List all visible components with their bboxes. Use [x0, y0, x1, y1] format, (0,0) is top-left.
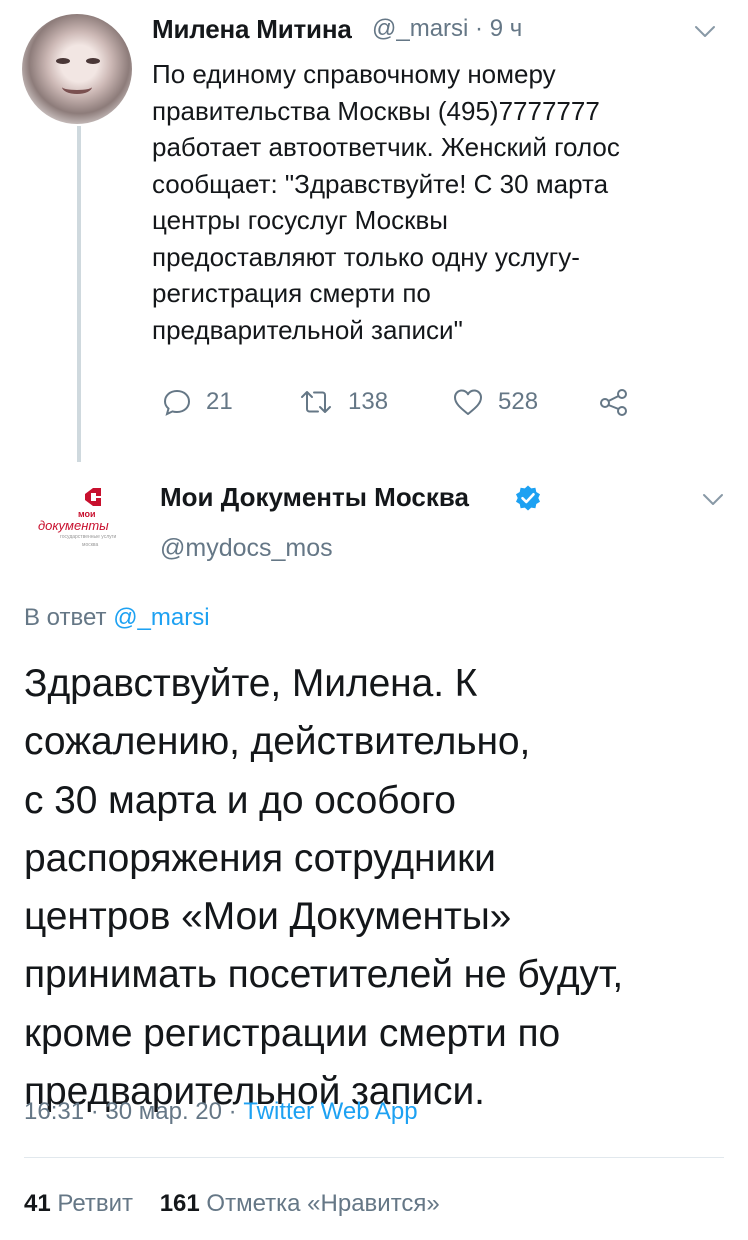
reply-handle-link[interactable]: @_marsi [113, 604, 209, 631]
mydocs-logo-mark [85, 488, 101, 506]
avatar-eye [56, 58, 70, 64]
verified-badge-icon [514, 484, 542, 512]
tweet-text-line: Здравствуйте, Милена. К [24, 662, 478, 705]
author-handle[interactable]: @_marsi [372, 15, 468, 42]
meta-separator: · [475, 15, 484, 42]
share-icon [600, 389, 627, 416]
thread-connector-line [77, 126, 81, 462]
retweet-icon [301, 391, 331, 413]
logo-text-bottom: документы [38, 518, 109, 533]
share-button[interactable] [598, 382, 644, 422]
source-link[interactable]: Twitter Web App [243, 1098, 417, 1125]
logo-caption: москва [82, 542, 99, 548]
tweet-text-line: предварительной записи" [152, 314, 463, 345]
tweet-text-line: По единому справочному номеру [152, 59, 556, 89]
engagement-stats: 41 Ретвит 161 Отметка «Нравится» [24, 1190, 440, 1218]
tweet-meta: @_marsi · 9 ч [372, 15, 522, 43]
like-button[interactable]: 528 [452, 382, 538, 422]
tweet-time[interactable]: 9 ч [490, 15, 523, 42]
divider [24, 1157, 724, 1158]
tweet-text: По единому справочному номеру правительс… [152, 56, 732, 348]
reply-icon [163, 389, 191, 416]
chevron-down-icon[interactable] [692, 18, 718, 44]
tweet-text-line: правительства Москвы (495)7777777 [152, 95, 600, 126]
author-name[interactable]: Мои Документы Москва [160, 482, 469, 513]
retweet-count: 138 [348, 388, 389, 415]
tweet-text-line: работает автоответчик. Женский голос [152, 132, 620, 162]
tweet-text-line: центров «Мои Документы» [24, 895, 512, 939]
tweet-text-line: распоряжения сотрудники [24, 836, 496, 880]
retweets-stat[interactable]: 41 Ретвит [24, 1190, 133, 1217]
logo-caption: государственные услуги [60, 534, 117, 540]
avatar[interactable]: мои документы государственные услуги мос… [20, 478, 130, 588]
tweet-text-line: кроме регистрации смерти по [24, 1011, 561, 1055]
reply-context: В ответ @_marsi [24, 604, 210, 632]
tweet-text: Здравствуйте, Милена. К сожалению, дейст… [24, 655, 734, 1121]
tweet-text-line: принимать посетителей не будут, [24, 953, 624, 997]
tweet-text-line: сожалению, действительно, [24, 720, 531, 764]
like-icon [454, 389, 482, 415]
tweet-text-line: сообщает: "Здравствуйте! С 30 марта [152, 168, 609, 199]
reply-prefix: В ответ [24, 604, 107, 631]
avatar-mouth [62, 80, 92, 94]
author-handle[interactable]: @mydocs_mos [160, 534, 333, 563]
reply-button[interactable]: 21 [162, 382, 233, 422]
likes-stat[interactable]: 161 Отметка «Нравится» [160, 1190, 440, 1217]
retweets-count: 41 [24, 1190, 51, 1217]
tweet-text-line: центры госуслуг Москвы [152, 205, 448, 235]
retweet-button[interactable]: 138 [298, 382, 388, 422]
retweets-label: Ретвит [57, 1190, 134, 1217]
tweet-timestamp: 16:31 · 30 мар. 20 · Twitter Web App [24, 1098, 418, 1126]
reply-count: 21 [206, 388, 233, 415]
tweet-text-line: с 30 марта и до особого [24, 778, 456, 822]
likes-count: 161 [159, 1190, 200, 1217]
avatar-eye [86, 58, 100, 64]
like-count: 528 [498, 388, 539, 415]
chevron-down-icon[interactable] [700, 486, 726, 512]
avatar[interactable] [22, 14, 132, 124]
likes-label: Отметка «Нравится» [206, 1190, 440, 1217]
tweet-text-line: предоставляют только одну услугу- [152, 241, 580, 272]
timestamp-text[interactable]: 16:31 · 30 мар. 20 · [24, 1098, 243, 1125]
tweet-text-line: регистрация смерти по [152, 278, 431, 308]
author-name[interactable]: Милена Митина [152, 14, 352, 45]
